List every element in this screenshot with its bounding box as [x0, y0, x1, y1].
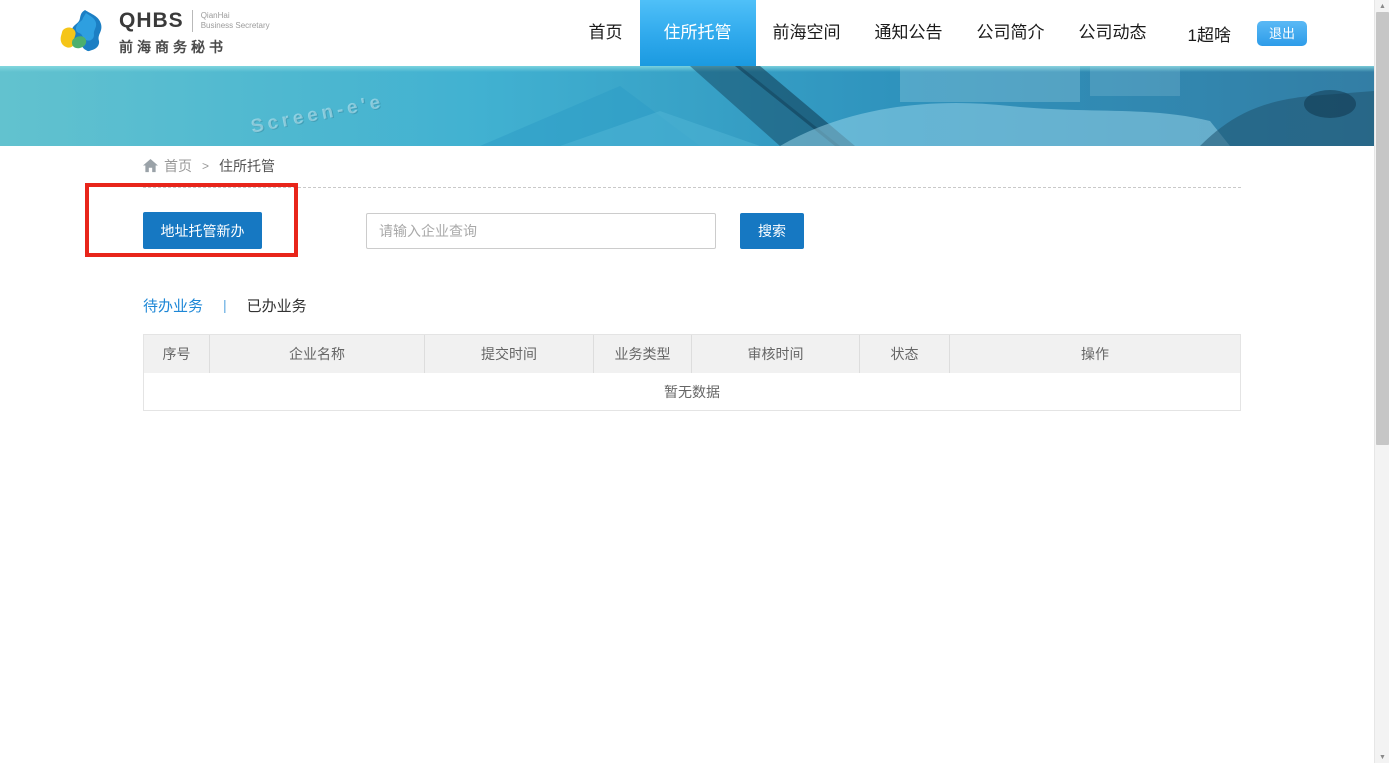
table-header-actions: 操作	[950, 335, 1240, 373]
logo-splash-icon	[55, 8, 109, 58]
table-header-serial: 序号	[144, 335, 210, 373]
table-header-row: 序号 企业名称 提交时间 业务类型 审核时间 状态 操作	[144, 335, 1240, 373]
scrollbar-down-arrow-icon[interactable]: ▼	[1375, 751, 1389, 763]
scrollbar[interactable]: ▲ ▼	[1374, 0, 1389, 763]
logo-abbr: QHBS	[119, 9, 184, 33]
breadcrumb: 首页 > 住所托管	[143, 146, 1241, 186]
table-header-submit-time: 提交时间	[425, 335, 594, 373]
tab-separator: |	[223, 297, 227, 313]
scrollbar-thumb[interactable]	[1376, 12, 1389, 445]
breadcrumb-separator: >	[202, 159, 209, 173]
empty-data-text: 暂无数据	[664, 382, 720, 402]
logo-divider	[192, 10, 193, 32]
main-content: 首页 > 住所托管 地址托管新办 搜索 待办业务 | 已办业务 序号 企业名称 …	[143, 146, 1241, 411]
logo-tagline: QianHai Business Secretary	[201, 11, 270, 31]
logo-text: QHBS QianHai Business Secretary 前海商务秘书	[119, 9, 270, 57]
main-nav: 首页 住所托管 前海空间 通知公告 公司简介 公司动态 1超啥 退出	[572, 0, 1374, 66]
nav-item-notices[interactable]: 通知公告	[858, 0, 960, 66]
nav-item-residence-hosting[interactable]: 住所托管	[640, 0, 756, 66]
nav-item-company-news[interactable]: 公司动态	[1062, 0, 1164, 66]
table-empty-row: 暂无数据	[144, 373, 1240, 411]
top-nav-bar: QHBS QianHai Business Secretary 前海商务秘书 首…	[0, 0, 1374, 66]
business-tabs: 待办业务 | 已办业务	[143, 288, 1241, 322]
table-header-status: 状态	[860, 335, 950, 373]
nav-item-home[interactable]: 首页	[572, 0, 640, 66]
logo[interactable]: QHBS QianHai Business Secretary 前海商务秘书	[55, 8, 270, 58]
business-table: 序号 企业名称 提交时间 业务类型 审核时间 状态 操作 暂无数据	[143, 334, 1241, 411]
tab-completed-business[interactable]: 已办业务	[247, 295, 307, 316]
logout-button[interactable]: 退出	[1257, 21, 1307, 46]
breadcrumb-home-link[interactable]: 首页	[164, 156, 192, 176]
scrollbar-up-arrow-icon[interactable]: ▲	[1375, 0, 1389, 12]
tab-pending-business[interactable]: 待办业务	[143, 295, 203, 316]
table-header-review-time: 审核时间	[692, 335, 860, 373]
search-button[interactable]: 搜索	[740, 213, 804, 249]
nav-item-company-profile[interactable]: 公司简介	[960, 0, 1062, 66]
enterprise-search-input[interactable]	[366, 213, 716, 249]
user-name[interactable]: 1超啥	[1164, 21, 1243, 46]
logo-chinese-name: 前海商务秘书	[119, 37, 270, 57]
home-icon	[143, 159, 158, 173]
table-header-company-name: 企业名称	[210, 335, 425, 373]
banner-photo	[0, 66, 1374, 146]
toolbar: 地址托管新办 搜索	[143, 188, 1241, 286]
new-address-hosting-button[interactable]: 地址托管新办	[143, 212, 262, 249]
breadcrumb-current: 住所托管	[219, 156, 275, 176]
banner-image: Screen-e'e	[0, 66, 1374, 146]
nav-item-qianhai-space[interactable]: 前海空间	[756, 0, 858, 66]
table-header-business-type: 业务类型	[594, 335, 692, 373]
